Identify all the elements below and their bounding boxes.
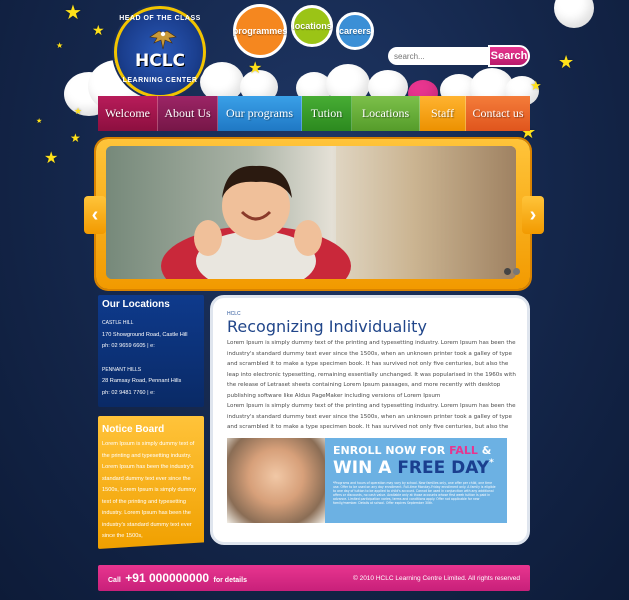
locations-bubble-link[interactable]: locations <box>291 5 333 47</box>
promo-free-day: FREE DAY <box>397 458 490 478</box>
location-phone: ph: 02 9481 7760 | e: <box>102 389 155 396</box>
location-address: 28 Ramsay Road, Pennant Hills <box>102 378 182 384</box>
star-icon: ★ <box>558 52 575 73</box>
intro-paragraph: Lorem Ipsum is simply dummy text of the … <box>227 340 516 399</box>
nav-label: Locations <box>361 106 410 120</box>
chevron-left-icon: ‹ <box>91 203 99 226</box>
location-address: 170 Showground Road, Castle Hill <box>102 331 188 338</box>
search-input[interactable] <box>388 47 492 65</box>
main-nav: Welcome About Us Our programs Tution Loc… <box>98 96 530 131</box>
enroll-promo-banner[interactable]: ENROLL NOW FOR FALL & WIN A FREE DAY* *P… <box>227 438 507 523</box>
copyright: © 2010 HCLC Learning Centre Limited. All… <box>353 575 520 582</box>
eagle-icon <box>149 30 177 50</box>
nav-about-us[interactable]: About Us <box>158 96 218 131</box>
main-content: HCLC Recognizing Individuality Lorem Ips… <box>210 295 530 545</box>
promo-text: WIN A <box>333 458 392 478</box>
phone-number[interactable]: +91 000000000 <box>125 571 209 585</box>
careers-label: careers <box>338 26 372 36</box>
logo-subtitle: LEARNING CENTER <box>122 77 198 84</box>
promo-headline-line1: ENROLL NOW FOR FALL & <box>333 444 491 457</box>
locations-label: locations <box>292 21 332 31</box>
slider-dot[interactable] <box>504 268 511 275</box>
nav-staff[interactable]: Staff <box>420 96 466 131</box>
logo-tagline: HEAD OF THE CLASS <box>119 15 201 22</box>
location-pennant-hills: PENNANT HILLS 28 Ramsay Road, Pennant Hi… <box>98 365 204 400</box>
nav-welcome[interactable]: Welcome <box>98 96 158 131</box>
nav-label: About Us <box>164 106 211 120</box>
promo-amp: & <box>481 444 492 457</box>
locations-title: Our Locations <box>102 299 170 310</box>
nav-locations[interactable]: Locations <box>352 96 420 131</box>
slider-dot[interactable] <box>513 268 520 275</box>
notice-board-text: Lorem Ipsum is simply dummy text of the … <box>102 441 196 539</box>
careers-bubble-link[interactable]: careers <box>336 12 374 50</box>
star-icon: ★ <box>44 148 59 167</box>
nav-label: Tution <box>310 106 343 120</box>
slider-next-button[interactable]: › <box>522 196 544 234</box>
page-title: Recognizing Individuality <box>227 317 427 336</box>
star-icon: ★ <box>530 79 542 94</box>
promo-text: ENROLL NOW FOR <box>333 444 446 457</box>
star-icon: ★ <box>56 41 64 50</box>
location-name: PENNANT HILLS <box>102 366 142 373</box>
nav-tution[interactable]: Tution <box>302 96 352 131</box>
promo-headline-line2: WIN A FREE DAY* <box>333 458 494 478</box>
star-icon: ★ <box>64 0 82 24</box>
star-icon: ★ <box>248 58 263 77</box>
search-button-label: Search <box>490 50 528 62</box>
call-prefix: Call <box>108 577 121 584</box>
nav-label: Welcome <box>104 106 150 120</box>
location-phone: ph: 02 9659 6605 | e: <box>102 343 155 349</box>
programmes-bubble-link[interactable]: programmes <box>233 4 287 58</box>
nav-label: Staff <box>430 106 455 120</box>
notice-board-title: Notice Board <box>102 424 165 435</box>
slider-dots <box>504 268 520 275</box>
promo-fall: FALL <box>449 444 478 457</box>
cloud-decoration <box>554 0 594 28</box>
star-icon: ★ <box>36 117 43 125</box>
logo[interactable]: HEAD OF THE CLASS HCLC LEARNING CENTER <box>114 6 206 98</box>
child-photo <box>106 146 516 279</box>
search-button[interactable]: Search <box>488 45 530 67</box>
nav-label: Our programs <box>226 106 293 120</box>
promo-fine-print: *Programs and hours of operation may var… <box>333 481 496 505</box>
location-name: CASTLE HILL <box>102 320 134 326</box>
location-castle-hill: CASTLE HILL 170 Showground Road, Castle … <box>98 318 204 353</box>
footer-bar: Call +91 000000000 for details © 2010 HC… <box>98 565 530 591</box>
hero-slider-image <box>106 146 516 279</box>
promo-asterisk: * <box>489 458 494 468</box>
copyright-icon: © <box>352 574 358 582</box>
second-paragraph: Lorem Ipsum is simply dummy text of the … <box>227 403 516 430</box>
slider-prev-button[interactable]: ‹ <box>84 196 106 234</box>
nav-our-programs[interactable]: Our programs <box>218 96 302 131</box>
copyright-text: 2010 HCLC Learning Centre Limited. All r… <box>359 574 520 582</box>
star-icon: ★ <box>74 107 83 117</box>
nav-label: Contact us <box>472 106 524 120</box>
logo-name: HCLC <box>134 51 185 71</box>
footer-call: Call +91 000000000 for details <box>108 569 247 587</box>
star-icon: ★ <box>92 23 105 39</box>
chevron-right-icon: › <box>529 203 537 226</box>
locations-panel: Our Locations CASTLE HILL 170 Showground… <box>98 295 204 407</box>
notice-board-panel: Notice Board Lorem Ipsum is simply dummy… <box>98 416 204 549</box>
child-photo <box>227 438 325 523</box>
call-suffix: for details <box>213 577 247 584</box>
programmes-label: programmes <box>232 26 288 36</box>
star-icon: ★ <box>70 131 81 145</box>
nav-contact-us[interactable]: Contact us <box>466 96 530 131</box>
